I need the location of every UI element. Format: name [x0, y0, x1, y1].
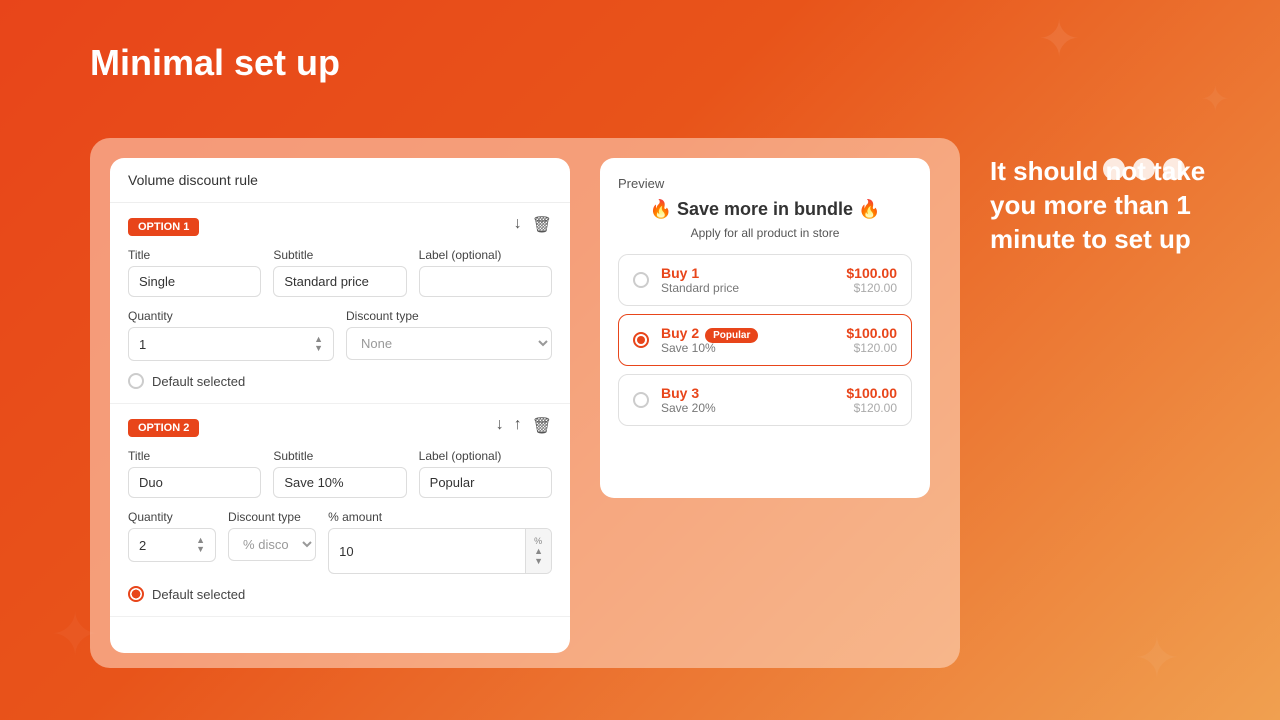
option-2-default-row: Default selected [128, 586, 552, 602]
option-2-discount-label: Discount type [228, 510, 316, 524]
bundle-item-price-3: $100.00 [846, 385, 897, 401]
bundle-item-orig-price-3: $120.00 [854, 401, 897, 415]
bundle-item-radio-1[interactable] [633, 272, 649, 288]
move-down-icon[interactable]: ↓ [514, 215, 522, 235]
sparkle-decoration-1: ✦ [1038, 10, 1080, 68]
sparkle-decoration-2: ✦ [1201, 80, 1230, 120]
bundle-item-title-row-3: Buy 3 $100.00 [661, 385, 897, 401]
preview-label: Preview [618, 176, 912, 191]
option-1-actions: ↓ 🗑 [514, 215, 552, 235]
option-2-percent-group: % amount %▲▼ [328, 510, 552, 574]
bundle-items-container: Buy 1$100.00Standard price$120.00Buy 2Po… [618, 254, 912, 426]
option-1-quantity-arrows: ▲▼ [314, 335, 323, 353]
option-1-title-group: Title [128, 248, 261, 297]
option-2-field-row-2: Quantity ▲▼ Discount type % discount Non… [128, 510, 552, 574]
bundle-item-price-2: $100.00 [846, 325, 897, 341]
option-1-default-label: Default selected [152, 374, 245, 389]
bundle-item-radio-3[interactable] [633, 392, 649, 408]
option-1-discount-select[interactable]: None % discount Fixed amount [346, 327, 552, 360]
preview-panel: Preview 🔥 Save more in bundle 🔥 Apply fo… [600, 158, 930, 498]
sparkle-decoration-4: ✦ [1134, 626, 1180, 690]
option-1-quantity-spinner[interactable]: ▲▼ [128, 327, 334, 361]
bundle-item-2[interactable]: Buy 2Popular $100.00 Save 10% $120.00 [618, 314, 912, 366]
option-2-section: OPTION 2 ↓ ↑ 🗑 Title Subtitle Label (opt… [110, 404, 570, 617]
delete-icon-2[interactable]: 🗑 [532, 416, 552, 436]
option-2-badge: OPTION 2 [128, 419, 199, 437]
bundle-item-sub-row-1: Standard price $120.00 [661, 281, 897, 295]
bundle-item-content-1: Buy 1 $100.00 Standard price $120.00 [661, 265, 897, 295]
option-1-field-row-1: Title Subtitle Label (optional) [128, 248, 552, 297]
bundle-item-content-2: Buy 2Popular $100.00 Save 10% $120.00 [661, 325, 897, 355]
option-2-radio[interactable] [128, 586, 144, 602]
bundle-item-sub-row-2: Save 10% $120.00 [661, 341, 897, 355]
option-2-title-group: Title [128, 449, 261, 498]
option-2-percent-input[interactable] [329, 537, 525, 566]
option-1-quantity-group: Quantity ▲▼ [128, 309, 334, 361]
option-2-subtitle-input[interactable] [273, 467, 406, 498]
page-title: Minimal set up [90, 42, 340, 84]
option-1-quantity-input[interactable] [139, 337, 249, 352]
option-2-discount-select[interactable]: % discount None Fixed amount [228, 528, 316, 561]
bundle-item-desc-2: Save 10% [661, 341, 716, 355]
option-2-quantity-group: Quantity ▲▼ [128, 510, 216, 562]
bundle-item-name-1: Buy 1 [661, 265, 699, 281]
option-1-subtitle-label: Subtitle [273, 248, 406, 262]
delete-icon[interactable]: 🗑 [532, 215, 552, 235]
option-1-field-row-2: Quantity ▲▼ Discount type None % discoun… [128, 309, 552, 361]
option-2-subtitle-group: Subtitle [273, 449, 406, 498]
bundle-item-price-1: $100.00 [846, 265, 897, 281]
bundle-item-sub-row-3: Save 20% $120.00 [661, 401, 897, 415]
bundle-item-title-row-1: Buy 1 $100.00 [661, 265, 897, 281]
bundle-item-desc-1: Standard price [661, 281, 739, 295]
option-2-subtitle-label: Subtitle [273, 449, 406, 463]
bundle-item-3[interactable]: Buy 3 $100.00 Save 20% $120.00 [618, 374, 912, 426]
option-1-subtitle-input[interactable] [273, 266, 406, 297]
bundle-item-title-row-2: Buy 2Popular $100.00 [661, 325, 897, 341]
option-2-quantity-label: Quantity [128, 510, 216, 524]
option-1-section: OPTION 1 ↓ 🗑 Title Subtitle Label (optio… [110, 203, 570, 404]
move-down-icon-2[interactable]: ↓ [496, 416, 504, 436]
option-1-quantity-label: Quantity [128, 309, 334, 323]
bundle-item-orig-price-1: $120.00 [854, 281, 897, 295]
option-2-title-input[interactable] [128, 467, 261, 498]
bundle-item-desc-3: Save 20% [661, 401, 716, 415]
bundle-item-name-2: Buy 2Popular [661, 325, 758, 341]
option-2-percent-label: % amount [328, 510, 552, 524]
option-2-label-group: Label (optional) [419, 449, 552, 498]
option-1-subtitle-group: Subtitle [273, 248, 406, 297]
preview-title: 🔥 Save more in bundle 🔥 [618, 199, 912, 220]
option-2-discount-group: Discount type % discount None Fixed amou… [228, 510, 316, 561]
bundle-item-orig-price-2: $120.00 [854, 341, 897, 355]
bundle-item-1[interactable]: Buy 1 $100.00 Standard price $120.00 [618, 254, 912, 306]
option-2-label-label: Label (optional) [419, 449, 552, 463]
option-2-quantity-input[interactable] [139, 538, 179, 553]
option-1-discount-group: Discount type None % discount Fixed amou… [346, 309, 552, 360]
option-1-default-row: Default selected [128, 373, 552, 389]
preview-subtitle: Apply for all product in store [618, 226, 912, 240]
panel-header: Volume discount rule [110, 158, 570, 203]
option-2-quantity-arrows: ▲▼ [196, 536, 205, 554]
option-1-discount-label: Discount type [346, 309, 552, 323]
option-1-badge: OPTION 1 [128, 218, 199, 236]
option-2-quantity-spinner[interactable]: ▲▼ [128, 528, 216, 562]
option-2-default-label: Default selected [152, 587, 245, 602]
bundle-item-radio-2[interactable] [633, 332, 649, 348]
option-2-actions: ↓ ↑ 🗑 [496, 416, 552, 436]
move-up-icon-2[interactable]: ↑ [514, 416, 522, 436]
percent-symbol: %▲▼ [525, 529, 551, 573]
bundle-item-content-3: Buy 3 $100.00 Save 20% $120.00 [661, 385, 897, 415]
bundle-item-name-3: Buy 3 [661, 385, 699, 401]
option-1-label-label: Label (optional) [419, 248, 552, 262]
option-2-percent-wrapper[interactable]: %▲▼ [328, 528, 552, 574]
option-1-label-group: Label (optional) [419, 248, 552, 297]
option-2-field-row-1: Title Subtitle Label (optional) [128, 449, 552, 498]
option-2-title-label: Title [128, 449, 261, 463]
left-panel: Volume discount rule OPTION 1 ↓ 🗑 Title … [110, 158, 570, 653]
option-2-label-input[interactable] [419, 467, 552, 498]
option-1-title-input[interactable] [128, 266, 261, 297]
option-1-radio[interactable] [128, 373, 144, 389]
option-1-title-label: Title [128, 248, 261, 262]
right-side-text: It should not take you more than 1 minut… [990, 155, 1240, 256]
option-1-label-input[interactable] [419, 266, 552, 297]
